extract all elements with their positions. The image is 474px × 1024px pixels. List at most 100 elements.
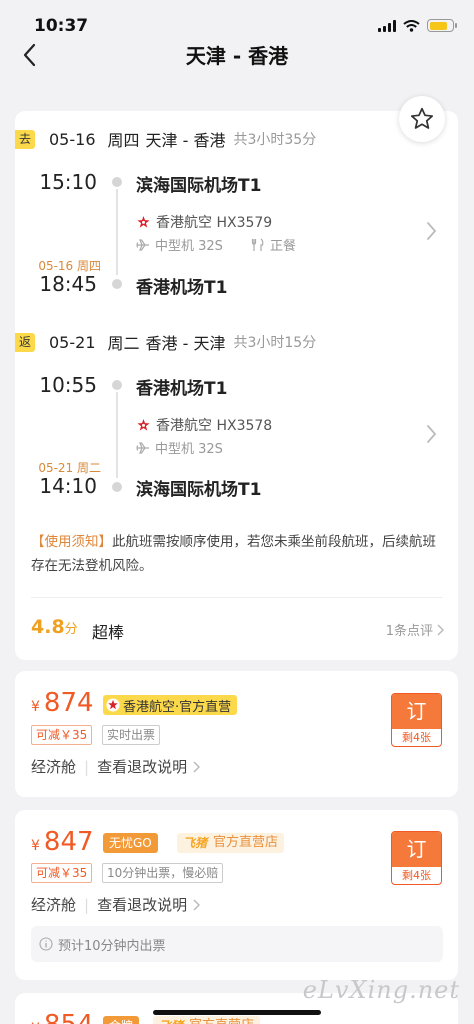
hk-airlines-logo-icon (106, 698, 120, 712)
page-title: 天津 - 香港 (185, 44, 289, 68)
status-bar: 10:37 (0, 0, 474, 36)
seller-badge: 飞猪 官方直营店 (153, 1016, 261, 1024)
cabin-class: 经济舱 (31, 758, 77, 776)
return-dep-dot (112, 380, 122, 390)
outbound-meal-text: 正餐 (269, 239, 296, 254)
price-value: 854 (44, 1010, 94, 1024)
status-icons (378, 19, 457, 32)
watermark: eLvXing.net (302, 976, 460, 1004)
wuyou-go-badge: 无忧GO (103, 833, 158, 853)
signal-icon (378, 19, 396, 32)
rating-score: 4.8分 (31, 616, 78, 638)
return-header: 返 05-21 周二 香港 - 天津 共3小时15分 (15, 331, 316, 353)
notice-title: 【使用须知】 (31, 534, 112, 550)
seller-badge: 香港航空·官方直营 (103, 695, 238, 715)
hk-airlines-logo-icon (137, 418, 150, 431)
return-dep-time: 10:55 (39, 373, 97, 397)
favorite-button[interactable] (399, 96, 445, 142)
divider (31, 597, 443, 598)
return-airline: 香港航空 HX3578 (136, 415, 272, 435)
discount-tag: 可减￥35 (31, 725, 93, 745)
outbound-route: 天津 - 香港 (145, 131, 226, 150)
discount-tag: 可减￥35 (31, 863, 93, 883)
gold-badge: 金牌 (103, 1016, 140, 1024)
outbound-duration: 共3小时35分 (233, 132, 317, 148)
chevron-right-icon (193, 760, 201, 773)
price-value: 874 (43, 688, 94, 718)
ticketing-tag: 10分钟出票，慢必赔 (102, 863, 224, 883)
reviews-link[interactable]: 1条点评 (386, 620, 444, 639)
remaining-seats: 剩4张 (402, 869, 431, 882)
offer-price: ¥ 854 (31, 1010, 94, 1024)
outbound-header: 去 05-16 周四 天津 - 香港 共3小时35分 (15, 128, 316, 150)
plane-icon (136, 441, 149, 454)
ticketing-tag: 实时出票 (102, 725, 161, 745)
seller-text: 官方直营店 (213, 835, 279, 850)
return-arr-dot (112, 482, 122, 492)
return-date: 05-21 (49, 332, 96, 352)
outbound-arr-time: 18:45 (39, 272, 97, 296)
offer-price: ¥ 847 (31, 827, 94, 857)
cabin-class: 经济舱 (31, 896, 77, 914)
nav-bar: 天津 - 香港 (0, 36, 474, 76)
refund-rules-link[interactable]: 查看退改说明 (97, 756, 187, 777)
rating-label: 超棒 (92, 623, 125, 642)
outbound-plane-info: 中型机 32S 正餐 (136, 235, 296, 254)
outbound-date: 05-16 (49, 129, 96, 149)
outbound-tag: 去 (15, 129, 35, 149)
outbound-arr-dot (112, 279, 122, 289)
outbound-airline-text: 香港航空 HX3579 (156, 215, 273, 231)
outbound-weekday: 周四 (107, 131, 140, 150)
return-tag: 返 (15, 332, 35, 352)
ticketing-hint: 预计10分钟内出票 (31, 926, 443, 962)
return-airline-text: 香港航空 HX3578 (156, 418, 273, 434)
hk-airlines-logo-icon (137, 215, 150, 228)
rating-score-unit: 分 (64, 622, 78, 637)
offer-card[interactable]: ¥ 847 无忧GO 飞猪 官方直营店 可减￥35 10分钟出票，慢必赔 经济舱… (15, 810, 458, 980)
price-currency: ¥ (31, 699, 40, 715)
refund-rules-link[interactable]: 查看退改说明 (97, 894, 187, 915)
offer-card[interactable]: ¥ 874 香港航空·官方直营 可减￥35 实时出票 经济舱 | 查看退改说明 … (15, 671, 458, 797)
price-currency: ¥ (31, 838, 40, 854)
return-arr-time: 14:10 (39, 474, 97, 498)
outbound-dep-time: 15:10 (39, 170, 97, 194)
seller-text: 香港航空·官方直营 (123, 699, 232, 715)
meal-icon (251, 238, 264, 251)
info-icon (39, 937, 53, 951)
return-route: 香港 - 天津 (145, 334, 226, 353)
wifi-icon (403, 19, 420, 32)
return-timeline (116, 392, 118, 478)
star-icon (410, 107, 434, 129)
fliggy-logo-icon: 飞猪 (183, 836, 208, 850)
book-button[interactable]: 订 剩4张 (391, 831, 442, 885)
outbound-detail-chevron-icon[interactable] (426, 221, 437, 241)
outbound-airline: 香港航空 HX3579 (136, 212, 272, 232)
outbound-meal: 正餐 (251, 235, 296, 254)
return-dep-airport: 香港机场T1 (136, 379, 228, 399)
remaining-seats: 剩4张 (402, 731, 431, 744)
offer-cabin-row: 经济舱 | 查看退改说明 (31, 894, 201, 915)
book-label: 订 (392, 832, 441, 867)
usage-notice: 【使用须知】此航班需按顺序使用，若您未乘坐前段航班，后续航班存在无法登机风险。 (31, 530, 443, 578)
flight-detail-card: 去 05-16 周四 天津 - 香港 共3小时35分 15:10 滨海国际机场T… (15, 96, 458, 660)
book-label: 订 (392, 694, 441, 729)
return-weekday: 周二 (107, 334, 140, 353)
hint-text: 预计10分钟内出票 (58, 938, 166, 954)
battery-icon (427, 19, 457, 32)
return-aircraft: 中型机 32S (155, 442, 223, 457)
fliggy-logo-icon: 飞猪 (159, 1016, 183, 1024)
offer-price: ¥ 874 (31, 688, 94, 718)
reviews-count: 1条点评 (385, 624, 433, 639)
status-time: 10:37 (34, 16, 89, 36)
chevron-right-icon (437, 623, 444, 636)
outbound-timeline (116, 189, 118, 275)
home-indicator[interactable] (153, 1010, 321, 1015)
price-value: 847 (43, 827, 94, 857)
plane-icon (136, 238, 149, 251)
return-duration: 共3小时15分 (233, 335, 317, 351)
outbound-arr-airport: 香港机场T1 (136, 278, 228, 298)
return-detail-chevron-icon[interactable] (426, 424, 437, 444)
chevron-right-icon (193, 898, 201, 911)
book-button[interactable]: 订 剩4张 (391, 693, 442, 747)
outbound-aircraft: 中型机 32S (155, 239, 223, 254)
